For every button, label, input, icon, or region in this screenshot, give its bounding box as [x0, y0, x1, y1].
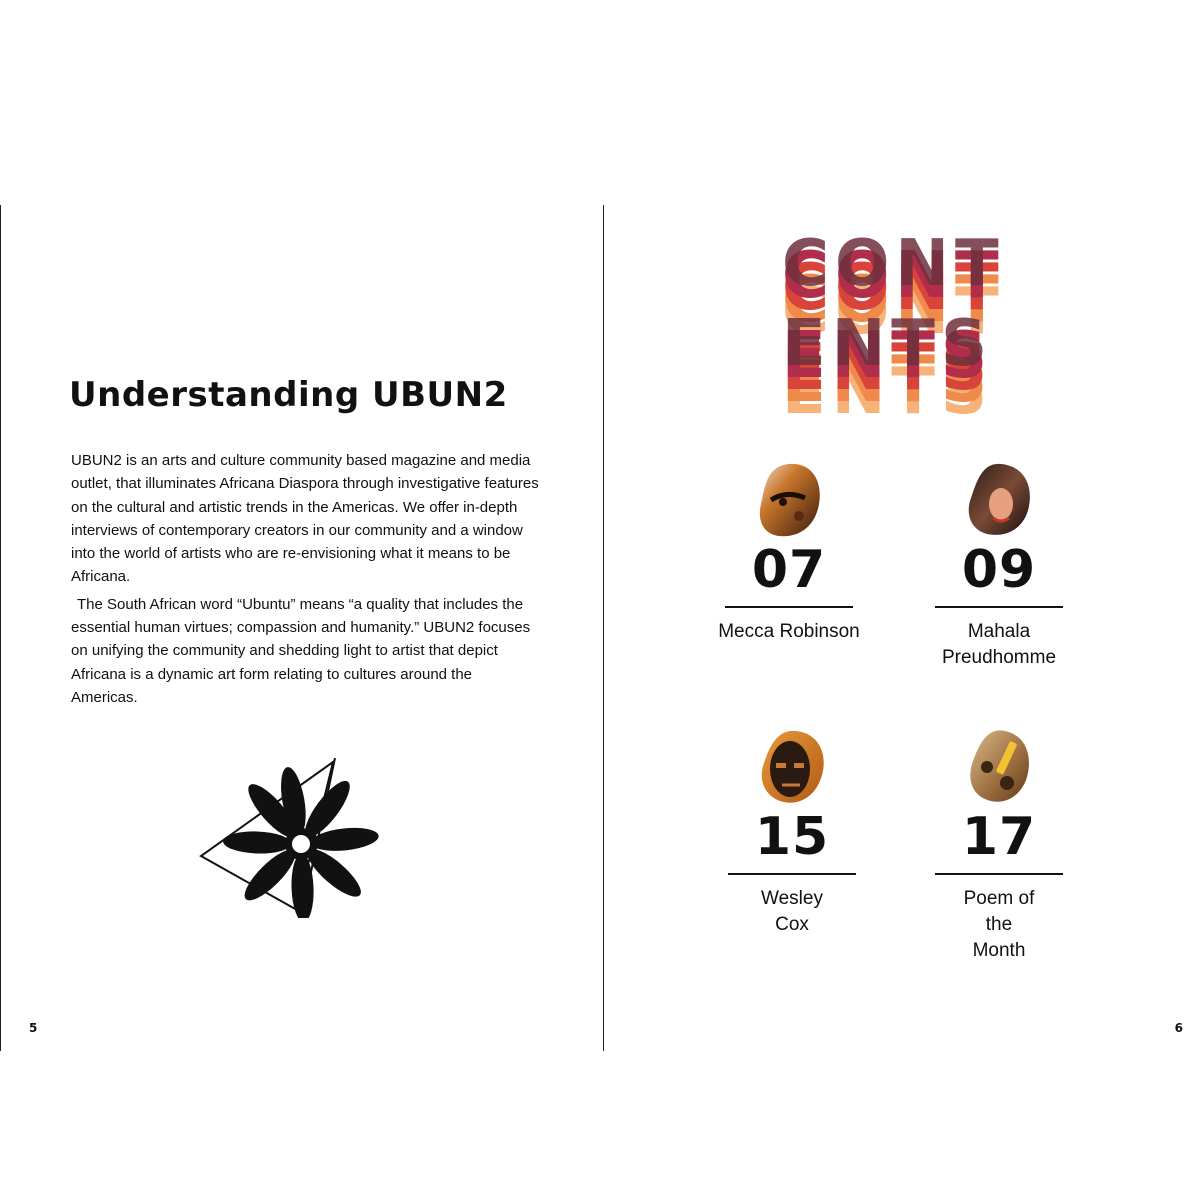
entry-page-number: 07	[751, 540, 827, 600]
ubun2-flower-triangle-logo-icon	[199, 758, 379, 918]
intro-paragraph-1: UBUN2 is an arts and culture community b…	[71, 452, 539, 586]
page-number-right: 6	[1174, 1021, 1183, 1035]
entry-divider	[935, 606, 1063, 608]
intro-text: UBUN2 is an arts and culture community b…	[71, 449, 541, 713]
intro-paragraph-2: The South African word “Ubuntu” means “a…	[71, 595, 531, 706]
entry-title: Mecca Robinson	[718, 621, 860, 642]
contents-entry-15[interactable]: 15 Wesley Cox	[717, 727, 867, 938]
contents-entry-09[interactable]: 09 Mahala Preudhomme	[924, 460, 1074, 671]
page-title: Understanding UBUN2	[69, 375, 508, 415]
contents-line2: ENTS	[782, 307, 993, 381]
artwork-thumbnail-icon	[761, 730, 824, 803]
contents-line1: CONT	[782, 233, 1005, 301]
contents-entry-07[interactable]: 07 Mecca Robinson	[714, 460, 864, 645]
entry-page-number: 09	[961, 540, 1037, 600]
entry-title: Mahala Preudhomme	[941, 621, 1057, 668]
contents-heading: CONT CONT CONT CONT CONT ENTS ENTS ENTS …	[782, 233, 1005, 423]
entry-title: Wesley Cox	[761, 888, 823, 935]
artwork-thumbnail-icon	[970, 730, 1029, 802]
entry-title: Poem of the Month	[963, 888, 1035, 961]
right-page: CONT CONT CONT CONT CONT ENTS ENTS ENTS …	[603, 205, 1200, 1051]
left-page: Understanding UBUN2 UBUN2 is an arts and…	[0, 205, 604, 1051]
artwork-thumbnail-icon	[968, 463, 1030, 535]
entry-divider	[935, 873, 1063, 875]
contents-entry-17[interactable]: 17 Poem of the Month	[924, 727, 1074, 964]
entry-page-number: 17	[961, 807, 1037, 867]
entry-divider	[728, 873, 856, 875]
page-number-left: 5	[29, 1021, 38, 1035]
entry-divider	[725, 606, 853, 608]
artwork-thumbnail-icon	[759, 463, 820, 537]
entry-page-number: 15	[754, 807, 830, 867]
